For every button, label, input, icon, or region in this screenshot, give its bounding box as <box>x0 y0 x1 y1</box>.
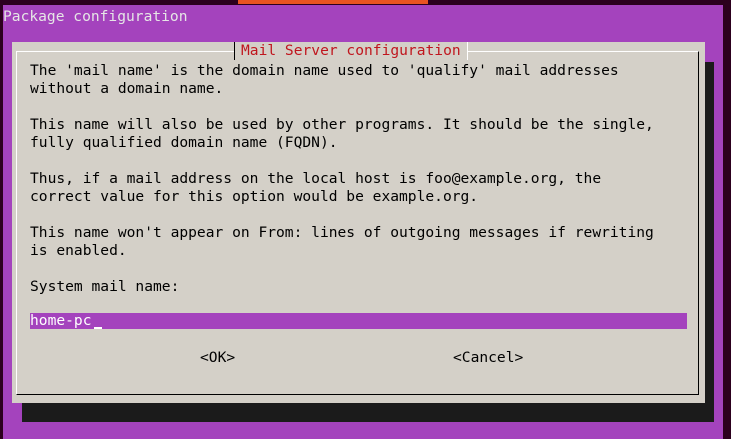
description-line: fully qualified domain name (FQDN). <box>30 134 338 151</box>
active-tab-indicator <box>238 0 428 4</box>
dialog-title: Mail Server configuration <box>234 42 468 60</box>
mail-server-dialog: Mail Server configuration The 'mail name… <box>12 42 705 403</box>
dialog-frame <box>16 51 699 395</box>
system-mail-name-value: home-pc <box>30 312 92 329</box>
system-mail-name-input[interactable]: home-pc <box>30 312 687 329</box>
ok-button[interactable]: <OK> <box>200 349 235 367</box>
description-line: The 'mail name' is the domain name used … <box>30 62 619 79</box>
left-border <box>0 0 3 439</box>
description-line: This name will also be used by other pro… <box>30 116 654 133</box>
description-line: correct value for this option would be e… <box>30 188 479 205</box>
text-cursor <box>94 327 102 329</box>
cancel-button[interactable]: <Cancel> <box>453 349 523 367</box>
description-line: This name won't appear on From: lines of… <box>30 224 654 241</box>
description-line: Thus, if a mail address on the local hos… <box>30 170 602 187</box>
description-line: without a domain name. <box>30 80 224 97</box>
description-line: is enabled. <box>30 242 127 259</box>
system-mail-name-label: System mail name: <box>30 278 180 295</box>
right-border <box>723 5 731 439</box>
backtitle: Package configuration <box>3 8 188 25</box>
